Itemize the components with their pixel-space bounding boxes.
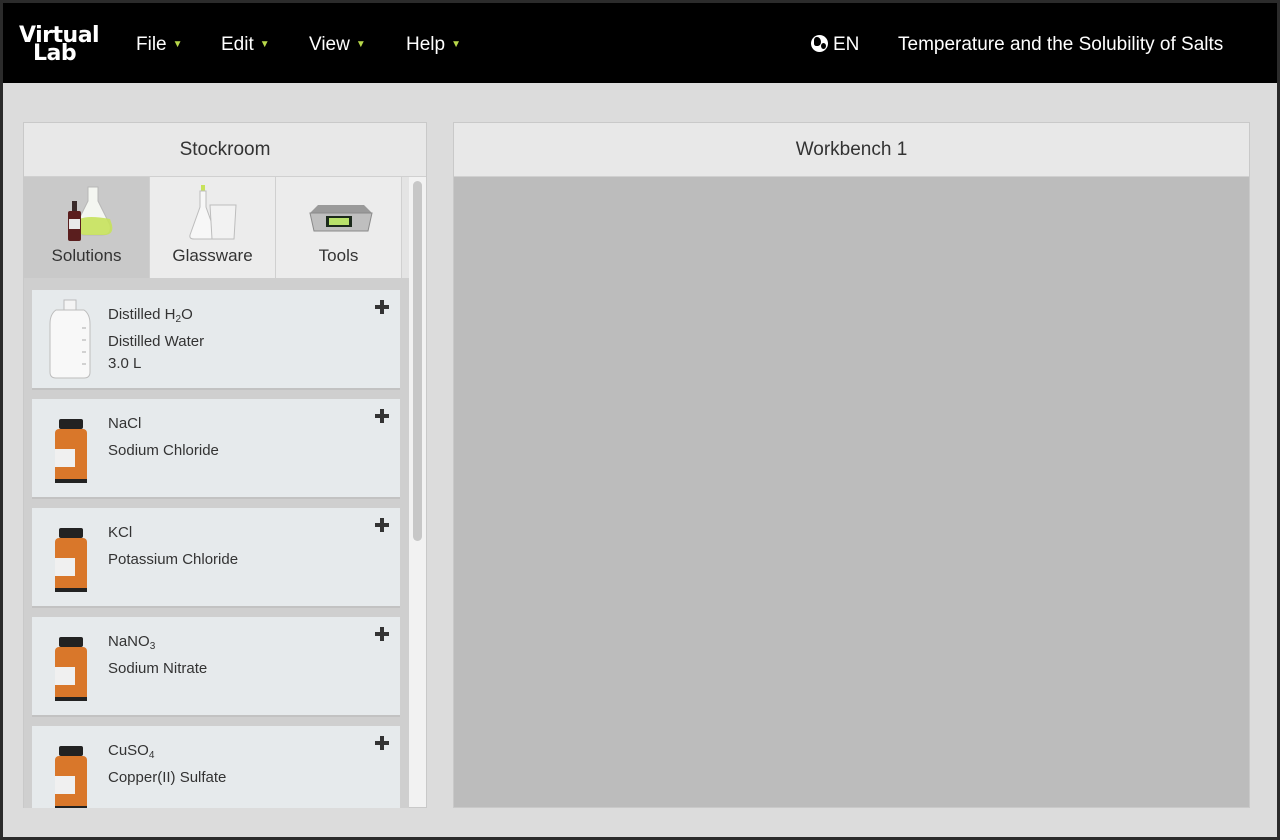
item-formula: NaNO3 — [108, 633, 156, 652]
add-nano3-plus-icon[interactable] — [374, 626, 390, 642]
reagent-bottle-icon — [55, 419, 87, 483]
tab-glassware[interactable]: Glassware — [150, 177, 276, 278]
globe-icon — [811, 35, 828, 52]
top-nav-bar: Virtual Lab File ▼ Edit ▼ View ▼ Help ▼ EN T… — [3, 3, 1277, 83]
item-name: Distilled Water — [108, 333, 205, 350]
tab-solutions[interactable]: Solutions — [24, 177, 150, 278]
stockroom-scrollbar[interactable] — [409, 177, 426, 807]
tab-glassware-label: Glassware — [172, 246, 253, 265]
list-item-nacl[interactable]: NaCl Sodium Chloride — [32, 399, 400, 499]
item-amount: 3.0 L — [108, 355, 142, 372]
item-text: CuSO4 Copper(II) Sulfate — [108, 740, 226, 789]
solutions-list: Distilled H2O Distilled Water 3.0 L NaCl… — [24, 278, 409, 808]
stockroom-tabs: Solutions Glassware Tools — [24, 177, 404, 278]
workbench-area[interactable] — [454, 177, 1249, 807]
tab-solutions-label: Solutions — [51, 246, 122, 265]
caret-down-icon: ▼ — [451, 39, 461, 50]
virtual-lab-logo[interactable]: Virtual Lab — [19, 25, 100, 71]
item-formula: KCl — [108, 524, 133, 541]
tab-tools[interactable]: Tools — [276, 177, 402, 278]
item-name: Sodium Nitrate — [108, 660, 208, 677]
item-formula: CuSO4 — [108, 742, 155, 761]
workbench-panel: Workbench 1 — [453, 122, 1250, 808]
menu-view-label: View — [309, 34, 350, 55]
item-text: NaCl Sodium Chloride — [108, 413, 219, 462]
reagent-bottle-icon — [55, 746, 87, 808]
stockroom-title: Stockroom — [24, 123, 426, 177]
list-item-cuso4[interactable]: CuSO4 Copper(II) Sulfate — [32, 726, 400, 808]
add-nacl-plus-icon[interactable] — [374, 408, 390, 424]
menu-help-label: Help — [406, 34, 446, 55]
list-item-nano3[interactable]: NaNO3 Sodium Nitrate — [32, 617, 400, 717]
menu-edit[interactable]: Edit ▼ — [221, 34, 270, 56]
glassware-icon — [189, 185, 237, 240]
tab-tools-label: Tools — [318, 246, 359, 265]
caret-down-icon: ▼ — [172, 39, 183, 50]
workbench-title: Workbench 1 — [454, 123, 1249, 177]
add-kcl-plus-icon[interactable] — [374, 517, 390, 533]
list-item-distilled-water[interactable]: Distilled H2O Distilled Water 3.0 L — [32, 290, 400, 390]
reagent-bottle-icon — [55, 637, 87, 701]
item-formula: NaCl — [108, 415, 142, 432]
stockroom-panel: Stockroom Solutions Glassware Tools Dist… — [23, 122, 427, 808]
caret-down-icon: ▼ — [355, 39, 366, 50]
item-text: NaNO3 Sodium Nitrate — [108, 631, 207, 680]
experiment-title: Temperature and the Solubility of Salts — [898, 34, 1224, 55]
item-name: Copper(II) Sulfate — [108, 769, 227, 786]
caret-down-icon: ▼ — [259, 39, 270, 50]
item-name: Sodium Chloride — [108, 442, 219, 459]
menu-edit-label: Edit — [221, 34, 254, 55]
menu-help[interactable]: Help ▼ — [406, 34, 461, 56]
water-jug-icon — [49, 299, 91, 379]
menu-file-label: File — [136, 34, 167, 55]
item-text: KCl Potassium Chloride — [108, 522, 238, 571]
add-distilled-water-plus-icon[interactable] — [374, 299, 390, 315]
add-cuso4-plus-icon[interactable] — [374, 735, 390, 751]
app-window: Virtual Lab File ▼ Edit ▼ View ▼ Help ▼ EN T… — [3, 3, 1277, 837]
menu-file[interactable]: File ▼ — [136, 34, 183, 56]
scale-icon — [309, 205, 373, 232]
menu-view[interactable]: View ▼ — [309, 34, 366, 56]
scrollbar-thumb[interactable] — [413, 181, 422, 541]
list-item-kcl[interactable]: KCl Potassium Chloride — [32, 508, 400, 608]
item-name: Potassium Chloride — [108, 551, 239, 568]
language-label: EN — [833, 34, 860, 55]
solutions-icon — [68, 186, 113, 241]
item-text: Distilled H2O Distilled Water 3.0 L — [108, 304, 204, 375]
language-selector[interactable]: EN — [811, 34, 859, 56]
item-formula: Distilled H2O — [108, 306, 193, 325]
reagent-bottle-icon — [55, 528, 87, 592]
